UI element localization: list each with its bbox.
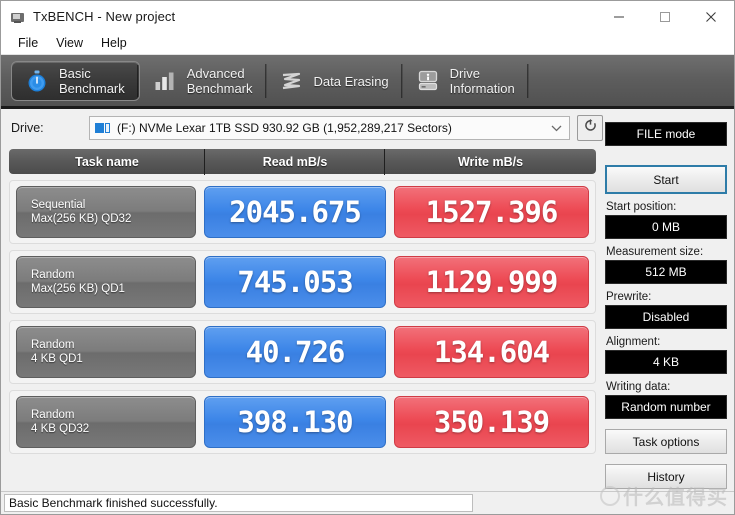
- read-value-cell: 398.130: [204, 396, 386, 448]
- read-value-cell: 40.726: [204, 326, 386, 378]
- table-row: Random 4 KB QD32 398.130 350.139: [9, 390, 596, 454]
- table-row: Random 4 KB QD1 40.726 134.604: [9, 320, 596, 384]
- tab-drive-information[interactable]: Drive Information: [403, 61, 529, 101]
- read-value: 40.726: [245, 334, 346, 369]
- tab-strip: Basic Benchmark Advanced Benchmark Data …: [1, 55, 734, 109]
- read-value: 2045.675: [229, 194, 362, 229]
- tab-label-basic-benchmark: Basic Benchmark: [59, 66, 125, 96]
- eraser-waves-icon: [279, 68, 305, 94]
- write-value: 1527.396: [425, 194, 559, 229]
- read-value: 745.053: [237, 264, 353, 299]
- task-line-2: Max(256 KB) QD1: [31, 283, 125, 295]
- task-name-cell[interactable]: Random 4 KB QD32: [16, 396, 196, 448]
- alignment-label: Alignment:: [606, 336, 661, 348]
- prewrite-label: Prewrite:: [606, 291, 652, 303]
- results-header-row: Task name Read mB/s Write mB/s: [9, 148, 596, 175]
- drive-select-value: (F:) NVMe Lexar 1TB SSD 930.92 GB (1,952…: [117, 121, 452, 135]
- start-position-value[interactable]: 0 MB: [605, 215, 727, 239]
- task-name-cell[interactable]: Sequential Max(256 KB) QD32: [16, 186, 196, 238]
- refresh-button[interactable]: [577, 115, 603, 141]
- task-line-1: Random: [31, 339, 75, 351]
- tab-advanced-benchmark[interactable]: Advanced Benchmark: [140, 61, 267, 101]
- side-panel: FILE mode Start Start position: 0 MB Mea…: [605, 122, 727, 489]
- writing-data-label: Writing data:: [606, 381, 671, 393]
- window-controls: [596, 1, 734, 32]
- start-button[interactable]: Start: [605, 165, 727, 194]
- main-content: Task name Read mB/s Write mB/s Sequentia…: [1, 122, 734, 489]
- write-value: 350.139: [433, 404, 550, 439]
- write-value-cell: 1129.999: [394, 256, 589, 308]
- tab-label-data-erasing: Data Erasing: [313, 73, 389, 89]
- prewrite-value[interactable]: Disabled: [605, 305, 727, 329]
- drive-select[interactable]: (F:) NVMe Lexar 1TB SSD 930.92 GB (1,952…: [89, 116, 570, 140]
- refresh-icon: [583, 118, 598, 138]
- file-mode-display: FILE mode: [605, 122, 727, 146]
- read-value-cell: 2045.675: [204, 186, 386, 238]
- monitor-icon: [10, 9, 26, 25]
- window-title: TxBENCH - New project: [33, 9, 176, 24]
- write-value: 1129.999: [425, 264, 559, 299]
- menu-item-file[interactable]: File: [9, 34, 47, 53]
- task-line-1: Sequential: [31, 199, 86, 211]
- table-row: Random Max(256 KB) QD1 745.053 1129.999: [9, 250, 596, 314]
- close-button[interactable]: [688, 1, 734, 32]
- writing-data-value[interactable]: Random number: [605, 395, 727, 419]
- write-value: 134.604: [433, 334, 550, 369]
- menu-item-help[interactable]: Help: [92, 34, 136, 53]
- write-value-cell: 1527.396: [394, 186, 589, 238]
- read-value: 398.130: [237, 404, 353, 439]
- task-line-2: 4 KB QD1: [31, 353, 83, 365]
- drive-info-icon: [415, 68, 441, 94]
- start-position-label: Start position:: [606, 201, 677, 213]
- task-line-1: Random: [31, 269, 75, 281]
- task-line-1: Random: [31, 409, 75, 421]
- measurement-size-label: Measurement size:: [606, 246, 704, 258]
- task-name-cell[interactable]: Random Max(256 KB) QD1: [16, 256, 196, 308]
- measurement-size-value[interactable]: 512 MB: [605, 260, 727, 284]
- title-bar: TxBENCH - New project: [1, 1, 734, 32]
- header-read: Read mB/s: [204, 148, 385, 175]
- status-message: Basic Benchmark finished successfully.: [4, 494, 473, 512]
- task-line-2: Max(256 KB) QD32: [31, 213, 132, 225]
- tab-label-drive-information: Drive Information: [449, 66, 515, 96]
- write-value-cell: 350.139: [394, 396, 589, 448]
- alignment-value[interactable]: 4 KB: [605, 350, 727, 374]
- tab-label-advanced-benchmark: Advanced Benchmark: [186, 66, 253, 96]
- txbench-window: TxBENCH - New project File View Help Bas…: [0, 0, 735, 515]
- status-bar: Basic Benchmark finished successfully.: [1, 491, 734, 514]
- minimize-button[interactable]: [596, 1, 642, 32]
- chevron-down-icon: [551, 119, 562, 137]
- menu-item-view[interactable]: View: [47, 34, 92, 53]
- stopwatch-icon: [24, 68, 50, 94]
- results-table: Task name Read mB/s Write mB/s Sequentia…: [9, 148, 596, 479]
- read-value-cell: 745.053: [204, 256, 386, 308]
- task-options-button[interactable]: Task options: [605, 429, 727, 454]
- drive-icon: [95, 122, 111, 135]
- maximize-button[interactable]: [642, 1, 688, 32]
- task-line-2: 4 KB QD32: [31, 423, 90, 435]
- bar-chart-icon: [152, 68, 178, 94]
- tab-data-erasing[interactable]: Data Erasing: [267, 61, 403, 101]
- task-name-cell[interactable]: Random 4 KB QD1: [16, 326, 196, 378]
- header-task-name: Task name: [75, 154, 139, 169]
- write-value-cell: 134.604: [394, 326, 589, 378]
- history-button[interactable]: History: [605, 464, 727, 489]
- tab-basic-benchmark[interactable]: Basic Benchmark: [11, 61, 140, 101]
- header-write: Write mB/s: [384, 148, 596, 175]
- table-row: Sequential Max(256 KB) QD32 2045.675 152…: [9, 180, 596, 244]
- drive-label: Drive:: [11, 121, 44, 135]
- menu-bar: File View Help: [1, 32, 734, 55]
